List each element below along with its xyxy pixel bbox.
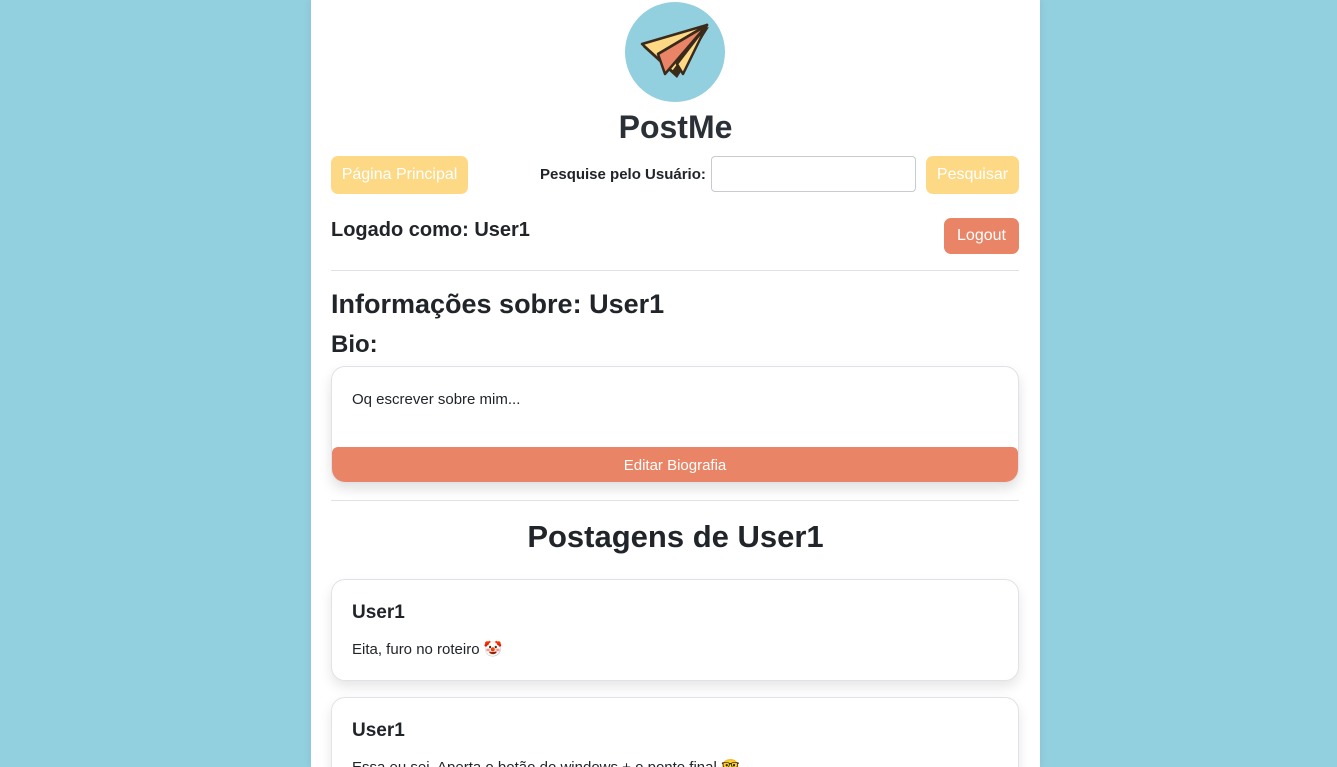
search-label: Pesquise pelo Usuário: [540, 166, 706, 183]
paper-plane-icon [640, 23, 709, 78]
posts-heading: Postagens de User1 [527, 519, 824, 554]
divider [331, 270, 1019, 271]
search-button[interactable]: Pesquisar [926, 156, 1019, 194]
post-card: User1 Eita, furo no roteiro 🤡 [331, 579, 1019, 681]
profile-username: User1 [589, 289, 665, 319]
app-logo [625, 2, 725, 102]
home-button[interactable]: Página Principal [331, 156, 468, 194]
logout-button[interactable]: Logout [944, 218, 1019, 254]
post-body: Essa eu sei, Aperta o botão do windows +… [352, 758, 740, 767]
profile-info-prefix: Informações sobre: [331, 289, 590, 319]
search-input[interactable] [711, 156, 916, 192]
bio-label: Bio: [331, 331, 378, 358]
bio-card: Oq escrever sobre mim... Editar Biografi… [331, 366, 1019, 483]
main-container: PostMe Página Principal Pesquise pelo Us… [311, 0, 1040, 767]
post-author: User1 [352, 602, 405, 623]
app-title: PostMe [618, 109, 733, 145]
post-card: User1 Essa eu sei, Aperta o botão do win… [331, 697, 1019, 767]
profile-info-heading: Informações sobre: User1 [331, 289, 664, 320]
post-body: Eita, furo no roteiro 🤡 [352, 641, 503, 658]
edit-bio-button[interactable]: Editar Biografia [332, 447, 1018, 482]
divider [331, 500, 1019, 501]
post-author: User1 [352, 720, 405, 741]
logged-in-user-text: Logado como: User1 [331, 219, 530, 241]
bio-text: Oq escrever sobre mim... [352, 391, 521, 408]
